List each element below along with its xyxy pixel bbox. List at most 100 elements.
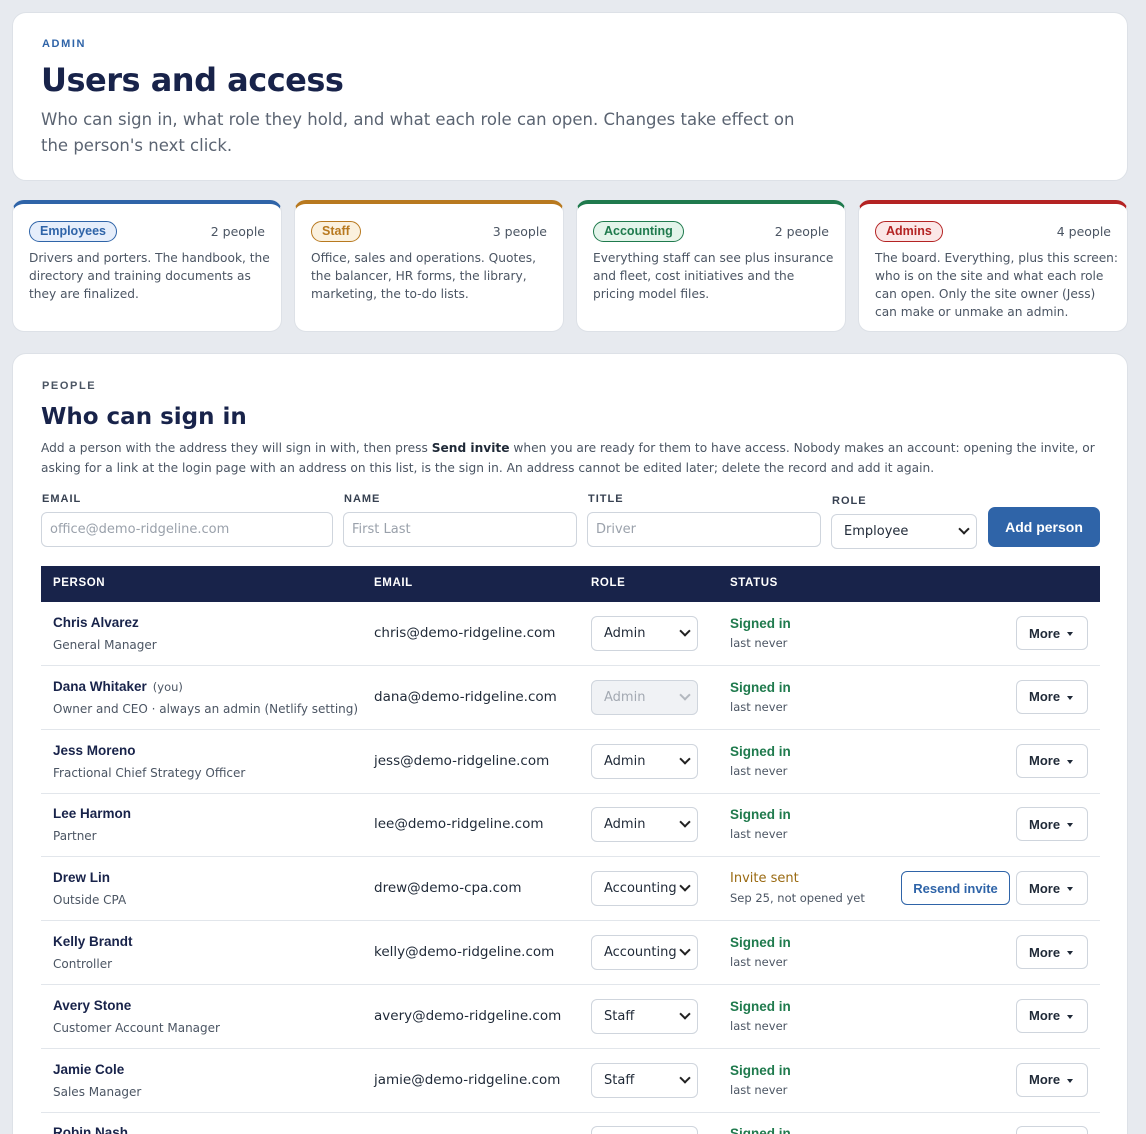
row-role-select: Admin	[591, 679, 698, 715]
row-role-value: Accounting	[604, 945, 677, 960]
people-panel: PEOPLE Who can sign in Add a person with…	[12, 353, 1128, 1134]
row-role-value: Admin	[604, 753, 646, 769]
row-role-select[interactable]: Accounting	[591, 935, 698, 970]
row-role-select[interactable]: Accounting	[591, 871, 698, 907]
chevron-down-icon	[679, 689, 691, 701]
row-role-select[interactable]	[591, 1126, 698, 1134]
role-badge: Admins	[875, 221, 943, 242]
row-role-select[interactable]: Admin	[591, 807, 698, 843]
more-button[interactable]: More	[1016, 807, 1088, 842]
role-description: Office, sales and operations. Quotes, th…	[311, 251, 536, 301]
more-label: More	[1029, 880, 1061, 896]
person-title: Owner and CEO · always an admin (Netlify…	[53, 701, 359, 716]
role-description: Everything staff can see plus insurance …	[593, 251, 834, 301]
role-description: Drivers and porters. The handbook, the d…	[29, 251, 270, 301]
person-name: Jess Moreno	[53, 743, 136, 758]
role-count: 2 people	[774, 224, 829, 239]
role-description: The board. Everything, plus this screen:…	[875, 251, 1119, 319]
role-badge: Employees	[29, 221, 118, 242]
more-button[interactable]: More	[1016, 998, 1088, 1033]
resend-invite-button[interactable]: Resend invite	[901, 871, 1010, 906]
status-detail: last never	[730, 1018, 788, 1033]
person-name-text: Jess Moreno	[53, 742, 136, 758]
role-count: 3 people	[492, 224, 547, 239]
person-title: Sales Manager	[53, 1084, 142, 1099]
person-email: dana@demo-ridgeline.com	[374, 688, 557, 705]
status-detail: last never	[730, 636, 788, 650]
section-eyebrow: PEOPLE	[42, 380, 97, 392]
column-header-person: PERSON	[53, 577, 106, 589]
more-button[interactable]: More	[1016, 871, 1088, 906]
status-label: Invite sent	[730, 871, 799, 887]
table-row: Chris Alvarez General Manager chris@demo-r…	[41, 602, 1100, 666]
status-label: Signed in	[730, 1126, 791, 1134]
role-label: ROLE	[832, 495, 867, 507]
row-role-select[interactable]: Admin	[591, 743, 698, 779]
role-badge: Accounting	[593, 221, 684, 242]
table-header: PERSON EMAIL ROLE STATUS	[41, 566, 1100, 602]
page-description: Who can sign in, what role they hold, an…	[41, 110, 795, 155]
email-field[interactable]	[41, 512, 333, 547]
person-title: Partner	[53, 829, 97, 844]
row-role-value: Admin	[604, 689, 646, 705]
more-button[interactable]: More	[1016, 1062, 1088, 1097]
person-name-text: Robin Nash	[53, 1125, 129, 1134]
role-card-0: Employees 2 people Drivers and porters. Th…	[12, 200, 282, 332]
row-role-value: Admin	[604, 817, 646, 833]
row-role-select[interactable]: Admin	[591, 616, 698, 651]
status-label: Signed in	[730, 935, 791, 950]
more-button[interactable]: More	[1016, 1126, 1088, 1134]
chevron-down-icon	[958, 523, 970, 535]
person-name-text: Chris Alvarez	[53, 615, 139, 630]
person-name: Lee Harmon	[53, 806, 131, 821]
more-label: More	[1029, 944, 1061, 960]
status-label: Signed in	[730, 998, 791, 1014]
header-panel: ADMIN Users and access Who can sign in, …	[12, 12, 1128, 181]
row-role-select[interactable]: Staff	[591, 1062, 698, 1098]
caret-down-icon	[1067, 887, 1073, 892]
person-name-text: Kelly Brandt	[53, 934, 133, 949]
person-name-text: Avery Stone	[53, 997, 132, 1013]
chevron-down-icon	[679, 625, 691, 637]
chevron-down-icon	[679, 880, 691, 892]
name-field[interactable]	[343, 512, 577, 547]
person-name: Robin Nash	[53, 1125, 128, 1134]
status-detail: Sep 25, not opened yet	[730, 891, 865, 906]
chevron-down-icon	[679, 816, 691, 829]
column-header-email: EMAIL	[374, 577, 413, 589]
title-label: TITLE	[588, 493, 624, 505]
add-person-button[interactable]: Add person	[988, 507, 1100, 547]
more-label: More	[1029, 753, 1061, 769]
person-name-text: Lee Harmon	[53, 806, 132, 822]
role-card-1: Staff 3 people Office, sales and operation…	[294, 200, 564, 332]
more-button[interactable]: More	[1016, 743, 1088, 778]
caret-down-icon	[1067, 695, 1073, 700]
table-row: Lee Harmon Partner lee@demo-ridgeline.com A…	[41, 793, 1100, 858]
more-button[interactable]: More	[1016, 935, 1088, 969]
chevron-down-icon	[679, 752, 691, 765]
person-name: Jamie Cole	[53, 1062, 124, 1077]
person-email: jamie@demo-ridgeline.com	[374, 1071, 561, 1088]
person-email: kelly@demo-ridgeline.com	[374, 944, 555, 960]
table-row: Drew Lin Outside CPA drew@demo-cpa.com Acco…	[41, 857, 1100, 922]
more-button[interactable]: More	[1016, 679, 1088, 714]
more-button[interactable]: More	[1016, 616, 1088, 650]
person-title: Fractional Chief Strategy Officer	[53, 765, 246, 780]
caret-down-icon	[1067, 1014, 1073, 1019]
person-name: Drew Lin	[53, 870, 110, 885]
status-label: Signed in	[730, 679, 791, 695]
row-role-select[interactable]: Staff	[591, 998, 698, 1034]
intro-text: Add a person with the address they will …	[41, 441, 432, 455]
person-title: General Manager	[53, 638, 157, 652]
person-name: Kelly Brandt	[53, 934, 133, 949]
caret-down-icon	[1067, 951, 1073, 955]
role-count: 4 people	[1056, 224, 1111, 239]
status-label: Signed in	[730, 616, 791, 631]
role-select[interactable]: Employee	[831, 514, 977, 549]
status-label: Signed in	[730, 807, 791, 823]
person-title: Customer Account Manager	[53, 1020, 220, 1035]
title-field[interactable]	[587, 512, 821, 547]
role-card-3: Admins 4 people The board. Everything, plu…	[858, 200, 1128, 332]
chevron-down-icon	[679, 1071, 691, 1084]
more-label: More	[1029, 1072, 1061, 1088]
